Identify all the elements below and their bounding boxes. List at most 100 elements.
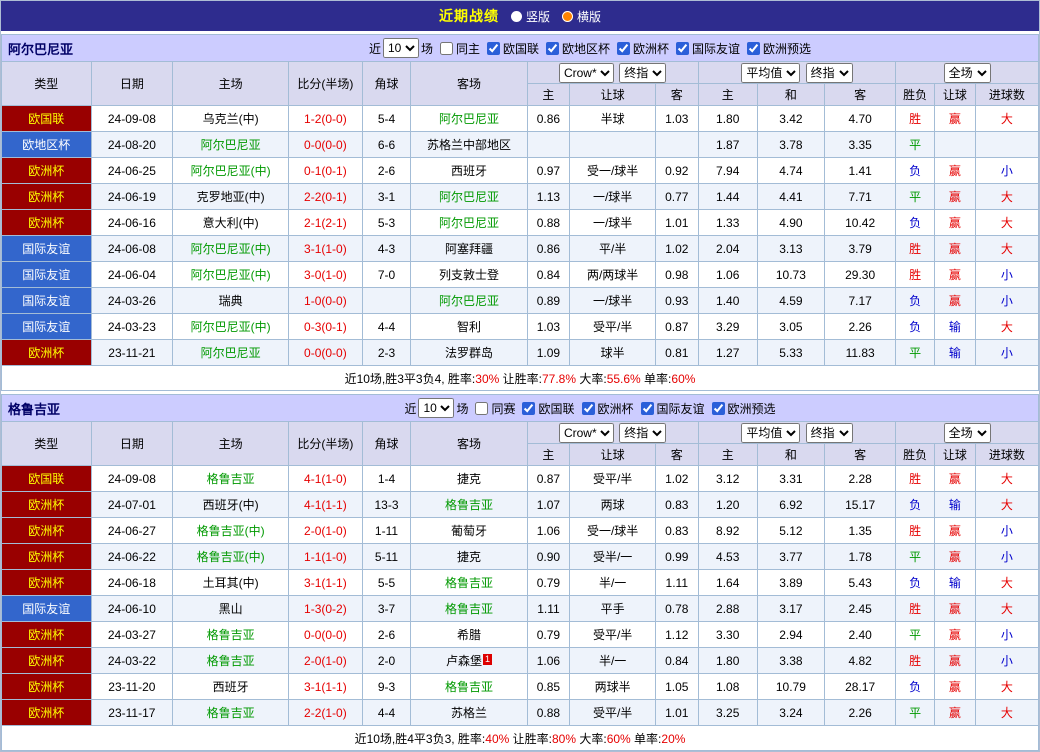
euro-home-odds: 1.80: [698, 648, 757, 674]
league-filter-checkbox[interactable]: [546, 42, 559, 55]
goals-result: 小: [975, 648, 1038, 674]
asian-handicap: 半/一: [570, 648, 656, 674]
home-team: 格鲁吉亚: [173, 466, 289, 492]
score: 1-3(0-2): [289, 596, 362, 622]
col-header-handicap: 让球: [570, 444, 656, 466]
league-filter-checkbox[interactable]: [676, 42, 689, 55]
scope-select[interactable]: 全场: [944, 423, 991, 443]
view-option-horizontal[interactable]: 横版: [562, 8, 601, 25]
col-header-euro-away: 客: [824, 444, 895, 466]
same-condition-checkbox[interactable]: [440, 42, 453, 55]
match-row: 欧洲杯24-06-25阿尔巴尼亚(中)0-1(0-1)2-6西班牙0.97受一/…: [2, 158, 1039, 184]
handicap-result: 输: [935, 314, 976, 340]
match-row: 欧洲杯23-11-21阿尔巴尼亚0-0(0-0)2-3法罗群岛1.09球半0.8…: [2, 340, 1039, 366]
euro-away-odds: 2.45: [824, 596, 895, 622]
league-type: 欧洲杯: [2, 184, 92, 210]
euro-home-odds: 7.94: [698, 158, 757, 184]
handicap-result: 赢: [935, 700, 976, 726]
team-name: 格鲁吉亚: [8, 399, 148, 418]
asian-away-water: 0.92: [655, 158, 698, 184]
col-header-type: 类型: [2, 62, 92, 106]
asian-away-water: 0.99: [655, 544, 698, 570]
league-filter-checkbox[interactable]: [617, 42, 630, 55]
euro-average-select[interactable]: 平均值: [741, 423, 800, 443]
home-team: 阿尔巴尼亚(中): [173, 262, 289, 288]
match-date: 24-06-04: [91, 262, 172, 288]
league-type: 欧地区杯: [2, 132, 92, 158]
col-header-asian-away: 客: [655, 444, 698, 466]
asian-odds-group-header: Crow* 终指: [527, 422, 698, 444]
summary-label: 近10场,胜3平3负4, 胜率:: [345, 372, 476, 386]
euro-draw-odds: 3.38: [757, 648, 824, 674]
match-rows: 欧国联24-09-08乌克兰(中)1-2(0-0)5-4阿尔巴尼亚0.86半球1…: [2, 106, 1039, 366]
result-badge: 平: [896, 622, 935, 648]
league-filter-checkbox[interactable]: [641, 402, 654, 415]
asian-final-select[interactable]: 终指: [619, 423, 666, 443]
league-type: 欧国联: [2, 466, 92, 492]
asian-handicap: 两球: [570, 492, 656, 518]
league-filter-label: 欧洲预选: [728, 400, 776, 417]
recent-count-select[interactable]: 10: [383, 38, 419, 58]
same-condition-checkbox[interactable]: [475, 402, 488, 415]
league-type: 欧洲杯: [2, 492, 92, 518]
handicap-result: 赢: [935, 596, 976, 622]
match-row: 欧洲杯24-06-22格鲁吉亚(中)1-1(1-0)5-11捷克0.90受半/一…: [2, 544, 1039, 570]
games-unit-label: 场: [456, 400, 468, 417]
view-option-vertical[interactable]: 竖版: [511, 8, 550, 25]
team-name: 阿尔巴尼亚: [8, 39, 148, 58]
asian-away-water: 1.03: [655, 106, 698, 132]
goals-result: 大: [975, 184, 1038, 210]
league-filter-checkbox[interactable]: [712, 402, 725, 415]
asian-home-water: 0.90: [527, 544, 570, 570]
summary-value: 77.8%: [542, 372, 576, 386]
euro-final-select[interactable]: 终指: [806, 63, 853, 83]
match-date: 24-03-22: [91, 648, 172, 674]
corners: 2-3: [362, 340, 411, 366]
league-filter-checkbox[interactable]: [747, 42, 760, 55]
euro-home-odds: 2.88: [698, 596, 757, 622]
summary-line: 近10场,胜3平3负4, 胜率:30% 让胜率:77.8% 大率:55.6% 单…: [2, 366, 1039, 391]
match-row: 欧国联24-09-08格鲁吉亚4-1(1-0)1-4捷克0.87受平/半1.02…: [2, 466, 1039, 492]
euro-average-select[interactable]: 平均值: [741, 63, 800, 83]
home-team: 阿尔巴尼亚: [173, 340, 289, 366]
handicap-result: 赢: [935, 210, 976, 236]
bookmaker-select[interactable]: Crow*: [559, 423, 614, 443]
handicap-result: 赢: [935, 674, 976, 700]
league-filter-checkbox[interactable]: [487, 42, 500, 55]
asian-home-water: [527, 132, 570, 158]
col-header-goals: 进球数: [975, 444, 1038, 466]
asian-handicap: 半球: [570, 106, 656, 132]
scope-select[interactable]: 全场: [944, 63, 991, 83]
asian-away-water: 1.01: [655, 700, 698, 726]
league-type: 欧洲杯: [2, 674, 92, 700]
league-filter-checkbox[interactable]: [582, 402, 595, 415]
asian-away-water: [655, 132, 698, 158]
bookmaker-select[interactable]: Crow*: [559, 63, 614, 83]
col-header-euro-home: 主: [698, 84, 757, 106]
euro-home-odds: 1.33: [698, 210, 757, 236]
match-date: 24-09-08: [91, 106, 172, 132]
away-team: 阿尔巴尼亚: [411, 288, 527, 314]
league-type: 欧国联: [2, 106, 92, 132]
euro-final-select[interactable]: 终指: [806, 423, 853, 443]
recent-count-select[interactable]: 10: [418, 398, 454, 418]
euro-away-odds: 2.26: [824, 314, 895, 340]
euro-away-odds: 1.35: [824, 518, 895, 544]
asian-home-water: 1.11: [527, 596, 570, 622]
corners: 4-4: [362, 314, 411, 340]
asian-final-select[interactable]: 终指: [619, 63, 666, 83]
col-header-euro-away: 客: [824, 84, 895, 106]
euro-draw-odds: 3.77: [757, 544, 824, 570]
asian-away-water: 0.77: [655, 184, 698, 210]
league-type: 欧洲杯: [2, 544, 92, 570]
league-filter-checkbox[interactable]: [522, 402, 535, 415]
league-type: 欧洲杯: [2, 700, 92, 726]
score: 0-0(0-0): [289, 340, 362, 366]
euro-home-odds: 1.08: [698, 674, 757, 700]
away-team: 苏格兰中部地区: [411, 132, 527, 158]
result-badge: 负: [896, 492, 935, 518]
goals-result: 小: [975, 288, 1038, 314]
asian-home-water: 0.86: [527, 236, 570, 262]
result-badge: 胜: [896, 466, 935, 492]
result-badge: 负: [896, 210, 935, 236]
